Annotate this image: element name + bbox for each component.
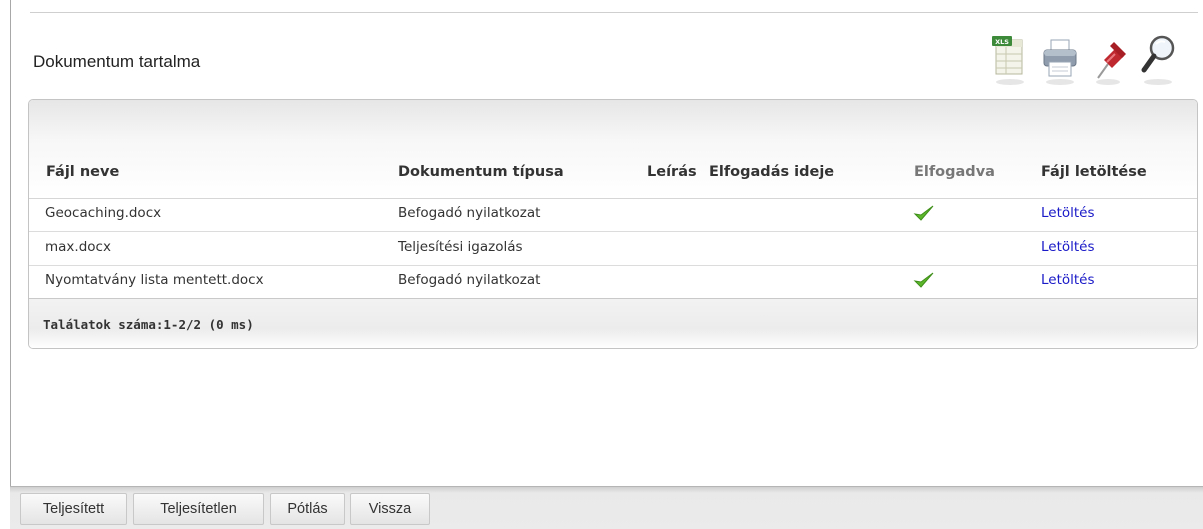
not-completed-button[interactable]: Teljesítetlen (133, 493, 264, 525)
file-name-cell: max.docx (45, 239, 111, 255)
document-table: Fájl neve Dokumentum típusa Leírás Elfog… (28, 99, 1198, 349)
result-count: Találatok száma:1-2/2 (0 ms) (43, 317, 254, 332)
table-row[interactable]: max.docx Teljesítési igazolás Letöltés (29, 232, 1197, 266)
accepted-check-icon (913, 205, 934, 221)
pin-button[interactable] (1090, 30, 1134, 92)
doc-type-cell: Teljesítési igazolás (398, 239, 523, 255)
file-name-cell: Geocaching.docx (45, 205, 162, 221)
download-link-cell: Letöltés (1041, 239, 1095, 255)
table-footer: Találatok száma:1-2/2 (0 ms) (29, 298, 1197, 348)
download-link[interactable]: Letöltés (1041, 272, 1095, 288)
xls-export-icon: XLS (992, 36, 1024, 85)
file-name-cell: Nyomtatvány lista mentett.docx (45, 272, 264, 288)
magnifier-icon (1141, 35, 1175, 85)
top-divider (30, 12, 1198, 13)
column-header-description[interactable]: Leírás (647, 164, 697, 180)
table-row[interactable]: Geocaching.docx Befogadó nyilatkozat Let… (29, 198, 1197, 232)
back-button[interactable]: Vissza (350, 493, 430, 525)
doc-type-cell: Befogadó nyilatkozat (398, 205, 541, 221)
column-header-file-name[interactable]: Fájl neve (46, 164, 119, 180)
download-link-cell: Letöltés (1041, 272, 1095, 288)
download-link[interactable]: Letöltés (1041, 239, 1095, 255)
supplement-button[interactable]: Pótlás (270, 493, 345, 525)
toolbar: XLS (990, 30, 1180, 92)
column-header-accepted: Elfogadva (914, 164, 995, 180)
download-link[interactable]: Letöltés (1041, 205, 1095, 221)
xls-export-button[interactable]: XLS (990, 30, 1034, 92)
page-title: Dokumentum tartalma (33, 52, 201, 71)
printer-icon (1043, 39, 1077, 85)
action-bar: Teljesített Teljesítetlen Pótlás Vissza (10, 486, 1203, 529)
left-border (10, 0, 11, 486)
table-header: Fájl neve Dokumentum típusa Leírás Elfog… (29, 100, 1197, 199)
accepted-check-icon (913, 272, 934, 288)
column-header-accepted-at[interactable]: Elfogadás ideje (709, 164, 834, 180)
completed-button[interactable]: Teljesített (20, 493, 127, 525)
table-row[interactable]: Nyomtatvány lista mentett.docx Befogadó … (29, 265, 1197, 299)
print-button[interactable] (1040, 30, 1084, 92)
column-header-download: Fájl letöltése (1041, 164, 1147, 180)
xls-label: XLS (995, 38, 1009, 46)
search-button[interactable] (1138, 30, 1182, 92)
doc-type-cell: Befogadó nyilatkozat (398, 272, 541, 288)
download-link-cell: Letöltés (1041, 205, 1095, 221)
pin-icon (1096, 42, 1126, 85)
column-header-doc-type[interactable]: Dokumentum típusa (398, 164, 564, 180)
